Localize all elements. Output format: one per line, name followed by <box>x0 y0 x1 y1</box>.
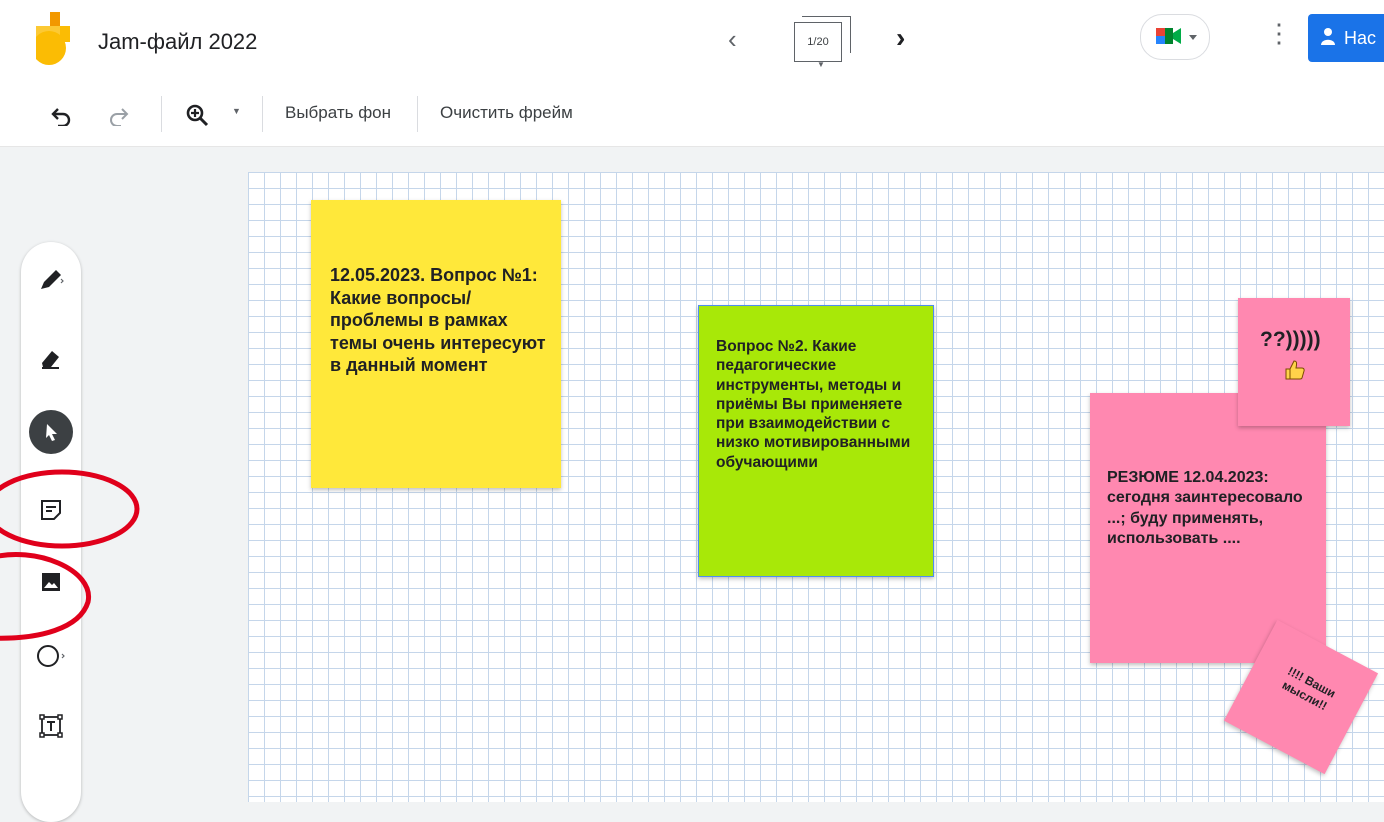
document-title[interactable]: Jam-файл 2022 <box>98 29 257 55</box>
sticky-note-pink-small[interactable]: ??))))) <box>1238 298 1350 426</box>
sticky-note-text: ??))))) <box>1260 328 1321 351</box>
frames-button[interactable]: 1/20 <box>794 16 851 62</box>
sticky-note-tool[interactable] <box>31 490 71 530</box>
undo-icon[interactable] <box>50 106 72 126</box>
sticky-note-text: Вопрос №2. Какие педагогические инструме… <box>716 338 911 471</box>
dropdown-arrow-icon: ▼ <box>817 60 825 69</box>
pen-tool[interactable] <box>31 260 71 300</box>
share-button[interactable]: Нас <box>1308 14 1384 62</box>
sticky-note-text: 12.05.2023. Вопрос №1: Какие вопросы/про… <box>330 265 546 375</box>
image-tool[interactable] <box>31 562 71 602</box>
share-label: Нас <box>1344 28 1377 48</box>
clear-frame-button[interactable]: Очистить фрейм <box>440 103 573 123</box>
pointer-icon <box>46 424 57 441</box>
toolbar-divider <box>161 96 162 132</box>
toolbar-divider <box>262 96 263 132</box>
frame-counter: 1/20 <box>794 22 842 62</box>
google-meet-icon <box>1156 28 1197 44</box>
eraser-icon <box>42 351 59 369</box>
jamboard-logo-icon <box>36 12 70 65</box>
text-box-tool[interactable] <box>31 706 71 746</box>
tool-sidebar <box>21 242 81 822</box>
select-tool[interactable] <box>29 410 73 454</box>
set-background-button[interactable]: Выбрать фон <box>285 103 391 123</box>
pen-icon <box>41 270 64 289</box>
sticky-note-yellow[interactable]: 12.05.2023. Вопрос №1: Какие вопросы/про… <box>311 200 561 488</box>
eraser-tool[interactable] <box>31 338 71 378</box>
top-bar: Jam-файл 2022 ‹ 1/20 ▼ › ⋮ Нас <box>0 0 1384 85</box>
person-add-icon <box>1321 28 1335 45</box>
dropdown-arrow-icon[interactable]: ▼ <box>232 106 241 116</box>
edit-toolbar: ▼ Выбрать фон Очистить фрейм <box>0 84 1384 147</box>
text-box-icon <box>39 714 63 738</box>
sticky-note-pink-summary[interactable]: РЕЗЮМЕ 12.04.2023: сегодня заинтересовал… <box>1090 393 1326 663</box>
thumbs-up-icon <box>1285 360 1305 380</box>
sticky-note-text: РЕЗЮМЕ 12.04.2023: сегодня заинтересовал… <box>1107 469 1303 547</box>
zoom-in-icon[interactable] <box>186 104 210 128</box>
chevron-left-icon[interactable]: ‹ <box>728 24 737 55</box>
sticky-note-icon <box>41 500 61 520</box>
chevron-right-icon[interactable]: › <box>896 22 905 54</box>
sticky-note-text: !!!! Ваши мысли!! <box>1279 663 1338 714</box>
circle-shape-icon <box>37 645 65 667</box>
toolbar-divider <box>417 96 418 132</box>
shape-tool[interactable] <box>31 636 71 676</box>
meet-button[interactable] <box>1140 14 1210 60</box>
more-vert-icon[interactable]: ⋮ <box>1266 20 1292 46</box>
image-icon <box>42 573 60 591</box>
sticky-note-green[interactable]: Вопрос №2. Какие педагогические инструме… <box>698 305 934 577</box>
redo-icon[interactable] <box>108 106 130 126</box>
